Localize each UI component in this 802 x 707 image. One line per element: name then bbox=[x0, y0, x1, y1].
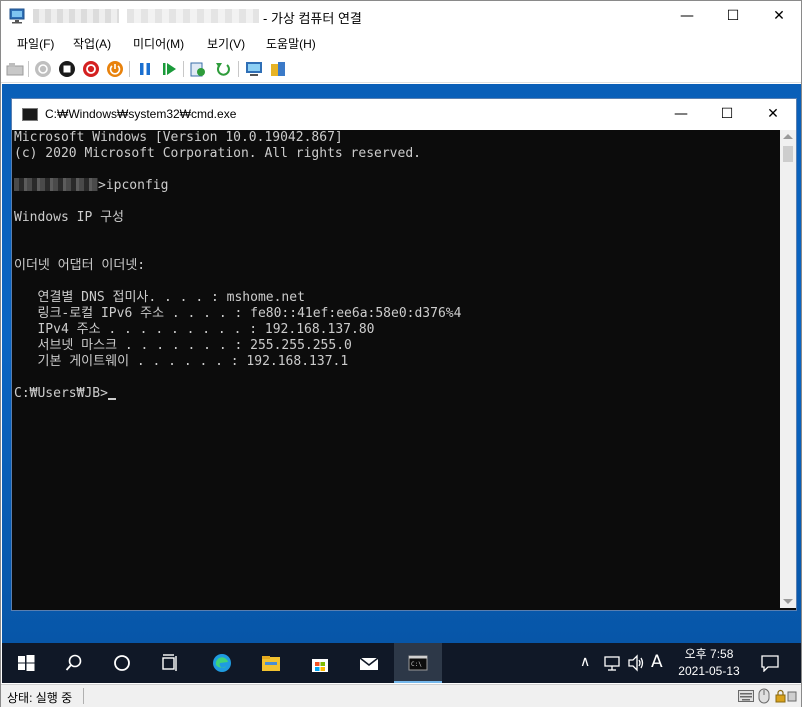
minimize-button[interactable]: — bbox=[664, 1, 710, 31]
menu-bar: 파일(F) 작업(A) 미디어(M) 보기(V) 도움말(H) bbox=[1, 31, 801, 55]
start-button[interactable] bbox=[2, 643, 50, 683]
enhanced-session-icon[interactable] bbox=[245, 60, 263, 78]
menu-file[interactable]: 파일(F) bbox=[17, 35, 54, 52]
cmd-close-button[interactable]: ✕ bbox=[750, 99, 796, 130]
start-icon[interactable] bbox=[34, 60, 52, 78]
cmd-maximize-button[interactable]: ☐ bbox=[704, 99, 750, 130]
window-title: - 가상 컴퓨터 연결 bbox=[263, 11, 362, 26]
resume-icon[interactable] bbox=[160, 60, 178, 78]
edge-icon bbox=[213, 654, 231, 672]
cmd-title: C:₩Windows₩system32₩cmd.exe bbox=[45, 107, 237, 121]
shut-down-icon[interactable] bbox=[82, 60, 100, 78]
input-method-indicator[interactable]: A bbox=[651, 652, 663, 672]
clock-time: 오후 7:58 bbox=[684, 647, 734, 661]
taskbar-mail[interactable] bbox=[345, 643, 393, 683]
scroll-thumb[interactable] bbox=[783, 146, 793, 162]
checkpoint-icon[interactable] bbox=[189, 60, 207, 78]
share-icon[interactable] bbox=[269, 60, 287, 78]
cmd-window: C:₩Windows₩system32₩cmd.exe — ☐ ✕ Micros… bbox=[11, 98, 797, 611]
store-icon bbox=[312, 659, 328, 672]
windows-logo-icon bbox=[18, 655, 35, 671]
text-cursor bbox=[107, 398, 116, 400]
power-icon[interactable] bbox=[106, 60, 124, 78]
turn-off-icon[interactable] bbox=[58, 60, 76, 78]
status-text: 상태: 실행 중 bbox=[7, 691, 73, 705]
mouse-icon bbox=[758, 688, 770, 704]
lock-icon bbox=[775, 689, 797, 703]
console-output[interactable]: Microsoft Windows [Version 10.0.19042.86… bbox=[12, 130, 780, 608]
menu-help[interactable]: 도움말(H) bbox=[266, 35, 316, 52]
cmd-icon: C:\ bbox=[408, 655, 428, 671]
svg-text:C:\: C:\ bbox=[411, 661, 422, 668]
cmd-minimize-button[interactable]: — bbox=[658, 99, 704, 130]
menu-media[interactable]: 미디어(M) bbox=[133, 35, 184, 52]
menu-view[interactable]: 보기(V) bbox=[207, 35, 245, 52]
console-prompt-line: >ipconfig bbox=[14, 178, 168, 194]
taskbar-file-explorer[interactable] bbox=[247, 643, 295, 683]
scroll-up-arrow-icon[interactable] bbox=[783, 134, 793, 139]
toolbar bbox=[1, 55, 801, 83]
cortana-icon bbox=[114, 655, 130, 671]
console-line: (c) 2020 Microsoft Corporation. All righ… bbox=[14, 146, 421, 161]
vm-connection-window: - 가상 컴퓨터 연결 — ☐ ✕ 파일(F) 작업(A) 미디어(M) 보기(… bbox=[0, 0, 802, 707]
redacted-vm-name-part bbox=[127, 9, 259, 23]
taskbar-store[interactable] bbox=[296, 643, 344, 683]
cmd-titlebar[interactable]: C:₩Windows₩system32₩cmd.exe — ☐ ✕ bbox=[12, 99, 796, 130]
vm-connect-app-icon bbox=[9, 8, 25, 24]
taskbar-edge[interactable] bbox=[198, 643, 246, 683]
console-command: >ipconfig bbox=[98, 178, 169, 193]
action-center-icon[interactable] bbox=[760, 654, 780, 672]
keyboard-icon bbox=[738, 690, 754, 702]
console-line: 링크-로컬 IPv6 주소 . . . . : fe80::41ef:ee6a:… bbox=[14, 306, 462, 321]
console-line: Windows IP 구성 bbox=[14, 210, 125, 225]
console-line: 서브넷 마스크 . . . . . . . : 255.255.255.0 bbox=[14, 338, 352, 353]
taskbar: C:\ ∧ A 오후 7:58 2021-05-13 bbox=[2, 643, 801, 683]
redacted-vm-name-part bbox=[33, 9, 119, 23]
ctrl-alt-del-icon[interactable] bbox=[6, 60, 24, 78]
console-line: 연결별 DNS 접미사. . . . : mshome.net bbox=[14, 290, 305, 305]
clock-date: 2021-05-13 bbox=[678, 664, 740, 678]
console-line: Microsoft Windows [Version 10.0.19042.86… bbox=[14, 130, 343, 145]
network-icon[interactable] bbox=[603, 654, 621, 672]
console-line: 기본 게이트웨이 . . . . . . : 192.168.137.1 bbox=[14, 354, 349, 369]
maximize-button[interactable]: ☐ bbox=[710, 1, 756, 31]
cortana-button[interactable] bbox=[98, 643, 146, 683]
pause-icon[interactable] bbox=[136, 60, 154, 78]
volume-icon[interactable] bbox=[627, 654, 645, 672]
revert-icon[interactable] bbox=[214, 60, 232, 78]
status-separator bbox=[83, 688, 84, 704]
search-icon bbox=[65, 654, 82, 671]
outer-titlebar[interactable]: - 가상 컴퓨터 연결 — ☐ ✕ bbox=[1, 1, 801, 31]
folder-icon bbox=[262, 656, 280, 671]
status-bar: 상태: 실행 중 bbox=[1, 684, 801, 707]
console-line: IPv4 주소 . . . . . . . . . : 192.168.137.… bbox=[14, 322, 375, 337]
task-view-icon bbox=[162, 654, 177, 671]
vertical-scrollbar[interactable] bbox=[780, 130, 796, 608]
cmd-app-icon bbox=[22, 108, 38, 121]
scroll-down-arrow-icon[interactable] bbox=[783, 599, 793, 604]
console-prompt: C:₩Users₩JB> bbox=[14, 386, 108, 401]
redacted-path bbox=[14, 178, 98, 191]
console-prompt-line: C:₩Users₩JB> bbox=[14, 386, 116, 402]
clock[interactable]: 오후 7:58 2021-05-13 bbox=[668, 646, 750, 680]
task-view-button[interactable] bbox=[146, 643, 194, 683]
close-button[interactable]: ✕ bbox=[756, 1, 802, 31]
console-line: 이더넷 어댑터 이더넷: bbox=[14, 258, 146, 273]
mail-icon bbox=[359, 657, 379, 670]
search-button[interactable] bbox=[50, 643, 98, 683]
menu-action[interactable]: 작업(A) bbox=[73, 35, 111, 52]
taskbar-cmd[interactable]: C:\ bbox=[394, 643, 442, 683]
show-hidden-icons-button[interactable]: ∧ bbox=[580, 654, 590, 670]
